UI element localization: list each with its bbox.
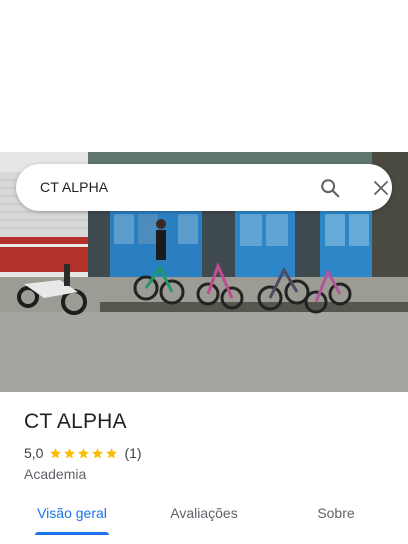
star-icon	[78, 447, 90, 458]
active-tab-indicator	[35, 532, 109, 535]
close-button[interactable]	[368, 175, 394, 201]
close-icon	[374, 181, 388, 195]
review-count[interactable]: (1)	[124, 445, 141, 461]
place-info-panel: CT ALPHA 5,0 (1) Academia Visão geral Av…	[0, 392, 408, 544]
star-icon	[106, 447, 118, 458]
tab-bar: Visão geral Avaliações Sobre	[0, 500, 408, 536]
place-title: CT ALPHA	[24, 410, 127, 433]
place-category[interactable]: Academia	[24, 466, 86, 482]
star-icon	[64, 447, 76, 458]
search-button[interactable]	[317, 175, 343, 201]
search-bar[interactable]: CT ALPHA	[16, 164, 392, 211]
rating-value: 5,0	[24, 445, 44, 461]
search-icon	[321, 179, 340, 198]
star-icon	[50, 447, 62, 458]
tab-about[interactable]: Sobre	[306, 500, 366, 536]
rating-row[interactable]: 5,0 (1)	[24, 444, 142, 462]
tab-overview[interactable]: Visão geral	[35, 500, 109, 536]
tab-reviews[interactable]: Avaliações	[160, 500, 248, 536]
star-icon	[92, 447, 104, 458]
search-input[interactable]: CT ALPHA	[40, 164, 108, 211]
rating-stars	[49, 447, 118, 460]
blank-area	[0, 0, 408, 152]
